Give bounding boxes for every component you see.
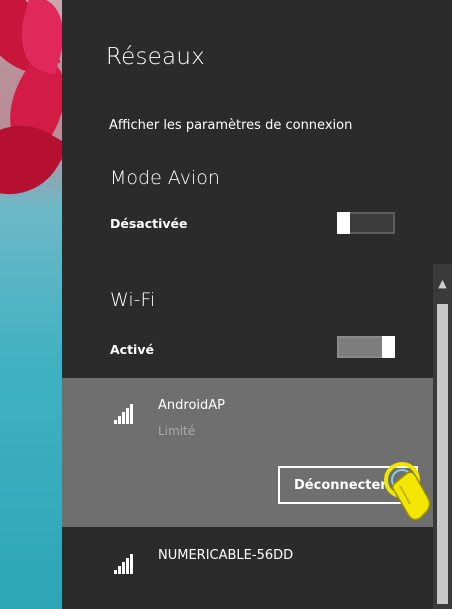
networks-panel: Réseaux Afficher les paramètres de conne… bbox=[62, 0, 452, 609]
airplane-mode-state: Désactivée bbox=[110, 216, 188, 231]
chevron-up-icon[interactable]: ▲ bbox=[433, 274, 452, 294]
network-status: Limité bbox=[158, 424, 196, 438]
network-item-numericable[interactable]: NUMERICABLE-56DD bbox=[62, 532, 433, 592]
network-item-androidap[interactable]: AndroidAP Limité bbox=[62, 378, 433, 527]
toggle-thumb bbox=[337, 212, 350, 234]
disconnect-button[interactable]: Déconnecter bbox=[278, 466, 418, 504]
panel-title: Réseaux bbox=[106, 44, 205, 70]
network-list-scrollbar[interactable]: ▲ bbox=[433, 264, 452, 609]
wifi-state: Activé bbox=[110, 342, 154, 357]
network-name: NUMERICABLE-56DD bbox=[158, 548, 294, 563]
connection-settings-link[interactable]: Afficher les paramètres de connexion bbox=[109, 118, 352, 133]
wifi-label: Wi-Fi bbox=[110, 289, 156, 311]
wifi-toggle[interactable] bbox=[337, 336, 395, 358]
toggle-thumb bbox=[382, 336, 395, 358]
desktop-wallpaper bbox=[0, 0, 62, 609]
airplane-mode-toggle[interactable] bbox=[337, 212, 395, 234]
network-name: AndroidAP bbox=[158, 398, 225, 413]
scrollbar-thumb[interactable] bbox=[437, 304, 448, 604]
wifi-signal-icon bbox=[114, 554, 136, 574]
wifi-signal-icon bbox=[114, 404, 136, 424]
airplane-mode-label: Mode Avion bbox=[110, 167, 220, 189]
